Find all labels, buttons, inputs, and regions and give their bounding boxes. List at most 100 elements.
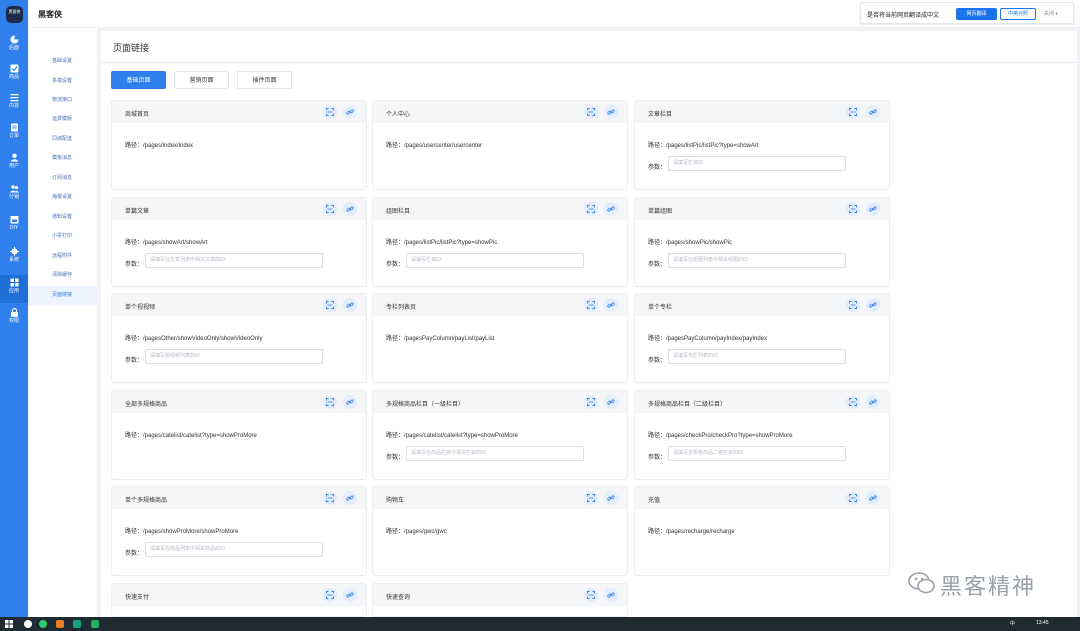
search-icon[interactable] (24, 620, 32, 628)
param-input[interactable]: 请填写视视频列表的ID (145, 349, 323, 364)
sidebar-item[interactable]: 基础设置 (28, 52, 98, 71)
chrome-icon[interactable] (39, 620, 47, 628)
sidebar-item[interactable]: 远程附件 (28, 247, 98, 266)
rail-item-0[interactable]: 后面 (0, 32, 28, 60)
qr-scan-button[interactable] (584, 298, 598, 312)
copy-link-button[interactable] (866, 105, 880, 119)
sidebar-item[interactable]: 模板消息 (28, 149, 98, 168)
sidebar-item[interactable]: 物流接口 (28, 91, 98, 110)
sidebar-item[interactable]: 海报设置 (28, 188, 98, 207)
qr-scan-button[interactable] (846, 202, 860, 216)
user-icon (10, 153, 18, 162)
windows-start-icon[interactable] (5, 620, 13, 628)
qr-scan-button[interactable] (584, 202, 598, 216)
copy-link-button[interactable] (604, 491, 618, 505)
param-label: 参数： (125, 262, 144, 268)
page-link-card: 充值 路径：/pages/recharge/recharge (634, 486, 890, 576)
page-link-card: 多规格商品栏目（一级栏目） 路径：/pages/catelist/catelist… (372, 390, 628, 480)
rail-item-7[interactable]: 系统 (0, 244, 28, 272)
sidebar-item[interactable]: 订阅消息 (28, 169, 98, 188)
grid-icon (10, 278, 18, 287)
translate-page-button[interactable]: 网页翻译 (956, 8, 997, 20)
card-title: 商城首页 (125, 112, 150, 118)
rail-item-9[interactable]: 权限 (0, 305, 28, 333)
rail-item-4[interactable]: 用户 (0, 150, 28, 178)
copy-link-button[interactable] (866, 298, 880, 312)
copy-link-button[interactable] (343, 395, 357, 409)
bilingual-button[interactable]: 中英对照 (1000, 8, 1036, 20)
sidebar-item[interactable]: 同城配送 (28, 130, 98, 149)
param-input[interactable]: 请填写在商品栏目中相关栏目的ID (406, 446, 584, 461)
card-path: 路径：/pages/catelist/catelist?type=showPro… (125, 433, 257, 439)
param-input[interactable]: 请填写在文章列表中相关文章的ID (145, 253, 323, 268)
scan-icon (587, 398, 595, 406)
card-title: 单个多规格商品 (125, 498, 168, 504)
sidebar-item[interactable]: 通知设置 (28, 208, 98, 227)
link-icon (869, 206, 877, 212)
card-path: 路径：/pages/showPic/showPic (648, 240, 733, 246)
ie-icon[interactable] (91, 620, 99, 628)
qr-scan-button[interactable] (323, 105, 337, 119)
qr-scan-button[interactable] (846, 491, 860, 505)
param-input[interactable]: 请填写栏目ID (406, 253, 584, 268)
pie-icon (10, 35, 18, 44)
tab-basic-pages[interactable]: 基础页面 (111, 71, 166, 89)
sidebar-item[interactable]: 多端设置 (28, 72, 98, 91)
card-header: 单个视视频 (112, 294, 366, 316)
copy-link-button[interactable] (604, 298, 618, 312)
copy-link-button[interactable] (343, 298, 357, 312)
copy-link-button[interactable] (866, 395, 880, 409)
page-link-card: 快速查询 (372, 583, 628, 617)
copy-link-button[interactable] (343, 105, 357, 119)
app-icon[interactable] (73, 620, 81, 628)
qr-scan-button[interactable] (846, 395, 860, 409)
copy-link-button[interactable] (604, 105, 618, 119)
sidebar-item[interactable]: 运费模版 (28, 110, 98, 129)
page-link-card: 单篇组图 路径：/pages/showPic/showPic 参数： 请填写在组图列表… (634, 197, 890, 287)
sidebar-item[interactable]: 页面链接 (28, 286, 98, 305)
rail-item-8[interactable]: 应用 (0, 275, 28, 303)
copy-link-button[interactable] (604, 588, 618, 602)
scan-icon (326, 301, 334, 309)
copy-link-button[interactable] (604, 202, 618, 216)
qr-scan-button[interactable] (584, 105, 598, 119)
check-square-icon (10, 64, 18, 73)
qr-scan-button[interactable] (846, 105, 860, 119)
rail-item-3[interactable]: 订单 (0, 120, 28, 148)
sidebar-item[interactable]: 小票打印 (28, 227, 98, 246)
card-title: 个人中心 (386, 112, 411, 118)
copy-link-button[interactable] (866, 491, 880, 505)
close-translate-dropdown[interactable]: 关闭 (1044, 10, 1058, 17)
ime-indicator[interactable]: 中 (1010, 620, 1015, 627)
copy-link-button[interactable] (343, 588, 357, 602)
param-input[interactable]: 请填写专栏列表的ID (668, 349, 846, 364)
qr-scan-button[interactable] (323, 202, 337, 216)
wechat-icon[interactable] (56, 620, 64, 628)
page-link-card: 单个多规格商品 路径：/pages/showProMore/showProMore… (111, 486, 367, 576)
copy-link-button[interactable] (866, 202, 880, 216)
qr-scan-button[interactable] (584, 588, 598, 602)
copy-link-button[interactable] (343, 491, 357, 505)
tab-plugin-pages[interactable]: 插件页面 (237, 71, 292, 89)
qr-scan-button[interactable] (323, 395, 337, 409)
qr-scan-button[interactable] (584, 395, 598, 409)
card-title: 快速查询 (386, 595, 411, 601)
rail-item-5[interactable]: 分销 (0, 181, 28, 209)
tab-marketing-pages[interactable]: 营销页面 (174, 71, 229, 89)
param-input[interactable]: 请填写多规格商品二级栏目的ID (668, 446, 846, 461)
app-logo[interactable]: 黑客侠 (6, 6, 23, 23)
param-input[interactable]: 请填写在商品列表中相关商品的ID (145, 542, 323, 557)
copy-link-button[interactable] (343, 202, 357, 216)
qr-scan-button[interactable] (323, 491, 337, 505)
param-input[interactable]: 请填写在组图列表中相关组图的ID (668, 253, 846, 268)
rail-item-6[interactable]: DIY (0, 212, 28, 240)
copy-link-button[interactable] (604, 395, 618, 409)
sidebar-item[interactable]: 清除缓存 (28, 266, 98, 285)
qr-scan-button[interactable] (846, 298, 860, 312)
qr-scan-button[interactable] (323, 588, 337, 602)
rail-item-1[interactable]: 商品 (0, 61, 28, 89)
qr-scan-button[interactable] (584, 491, 598, 505)
qr-scan-button[interactable] (323, 298, 337, 312)
param-input[interactable]: 请填写栏目ID (668, 156, 846, 171)
rail-item-2[interactable]: 内容 (0, 90, 28, 118)
